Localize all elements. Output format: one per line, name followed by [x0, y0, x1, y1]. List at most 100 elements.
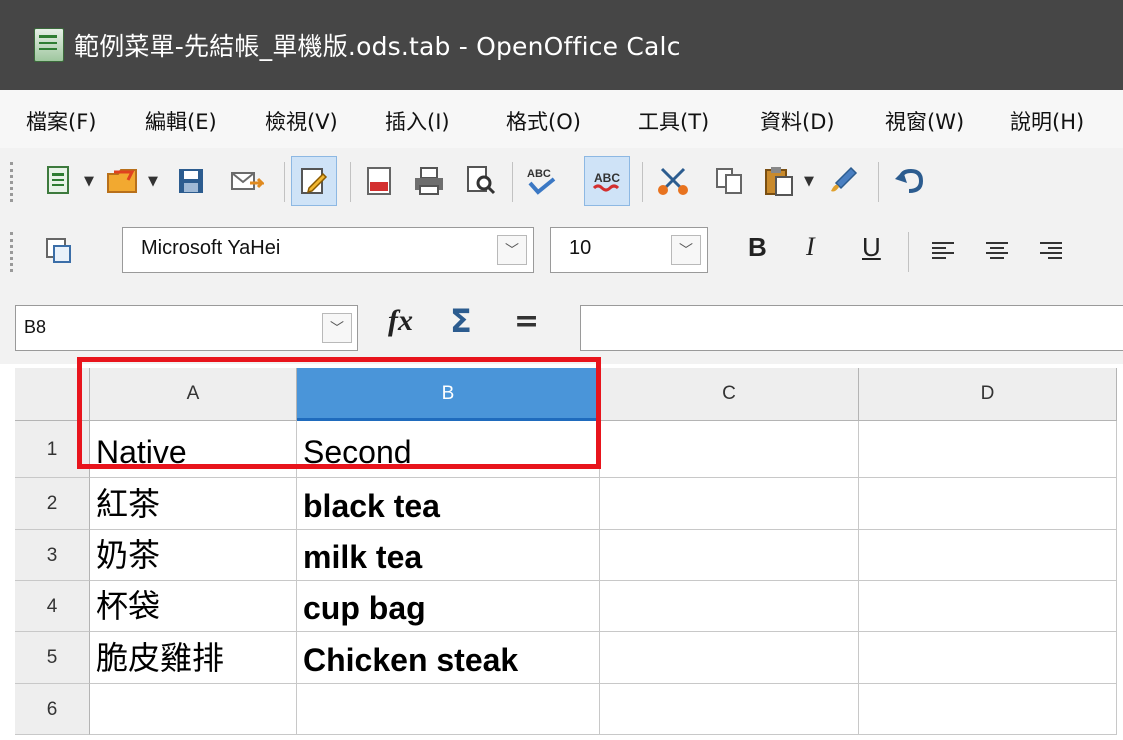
column-header-d[interactable]: D [859, 368, 1117, 421]
cell-d6[interactable] [859, 684, 1117, 735]
cell-d1[interactable] [859, 421, 1117, 478]
standard-toolbar: ▼ ▼ ABC ABC ▼ [0, 148, 1123, 214]
cell-b5[interactable]: Chicken steak [297, 632, 600, 684]
menu-data[interactable]: 資料(D) [760, 106, 835, 136]
export-pdf-icon[interactable] [360, 162, 398, 200]
name-box-value: B8 [24, 317, 47, 337]
align-right-icon[interactable] [1032, 232, 1070, 270]
toolbar-grip[interactable] [10, 162, 17, 202]
underline-button[interactable]: U [862, 232, 881, 263]
cell-d5[interactable] [859, 632, 1117, 684]
font-name-combobox[interactable]: Microsoft YaHei ﹀ [122, 227, 534, 273]
font-size-value: 10 [569, 237, 592, 259]
cell-b2[interactable]: black tea [297, 478, 600, 530]
menu-file[interactable]: 檔案(F) [26, 106, 96, 136]
column-header-a[interactable]: A [90, 368, 297, 421]
undo-icon[interactable] [890, 162, 928, 200]
cell-a3[interactable]: 奶茶 [90, 530, 297, 581]
toolbar-separator [908, 232, 909, 272]
column-header-b[interactable]: B [297, 368, 600, 421]
chevron-down-icon[interactable]: ﹀ [671, 235, 701, 265]
function-button[interactable]: = [514, 304, 539, 339]
align-center-icon[interactable] [978, 232, 1016, 270]
formula-bar: B8 ﹀ fx Σ = [0, 288, 1123, 364]
row-header[interactable]: 4 [15, 581, 90, 632]
cell-a5[interactable]: 脆皮雞排 [90, 632, 297, 684]
cell-c1[interactable] [600, 421, 859, 478]
cell-c4[interactable] [600, 581, 859, 632]
cell-c5[interactable] [600, 632, 859, 684]
cell-b4[interactable]: cup bag [297, 581, 600, 632]
sum-button[interactable]: Σ [450, 302, 472, 340]
formula-input[interactable] [580, 305, 1123, 351]
row-header[interactable]: 3 [15, 530, 90, 581]
cell-b6[interactable] [297, 684, 600, 735]
row-header[interactable]: 5 [15, 632, 90, 684]
menu-format[interactable]: 格式(O) [506, 106, 581, 136]
menu-bar: 檔案(F) 編輯(E) 檢視(V) 插入(I) 格式(O) 工具(T) 資料(D… [0, 90, 1123, 148]
open-dropdown-arrow-icon[interactable]: ▼ [148, 174, 158, 189]
copy-icon[interactable] [710, 162, 748, 200]
align-left-icon[interactable] [924, 232, 962, 270]
cell-a4[interactable]: 杯袋 [90, 581, 297, 632]
cut-icon[interactable] [654, 162, 692, 200]
select-all-corner[interactable] [15, 368, 90, 421]
cell-c2[interactable] [600, 478, 859, 530]
italic-button[interactable]: I [806, 232, 815, 262]
clone-formatting-icon[interactable] [824, 162, 862, 200]
chevron-down-icon[interactable]: ﹀ [322, 313, 352, 343]
paste-dropdown-arrow-icon[interactable]: ▼ [804, 174, 814, 189]
row-header[interactable]: 6 [15, 684, 90, 735]
cell-b3[interactable]: milk tea [297, 530, 600, 581]
new-dropdown-arrow-icon[interactable]: ▼ [84, 174, 94, 189]
cell-b1[interactable]: Second [297, 421, 600, 478]
print-icon[interactable] [410, 162, 448, 200]
bold-button[interactable]: B [748, 232, 767, 263]
open-folder-icon[interactable] [104, 162, 142, 200]
spreadsheet-grid: A B C D 1 Native Second 2 紅茶 black tea 3… [0, 364, 1123, 740]
toolbar-separator [350, 162, 351, 202]
cell-c6[interactable] [600, 684, 859, 735]
cell-d3[interactable] [859, 530, 1117, 581]
row-header[interactable]: 2 [15, 478, 90, 530]
title-bar: 範例菜單-先結帳_單機版.ods.tab - OpenOffice Calc [0, 0, 1123, 90]
svg-text:ABC: ABC [594, 171, 620, 185]
save-icon[interactable] [172, 162, 210, 200]
paste-icon[interactable] [760, 162, 798, 200]
edit-file-icon[interactable] [291, 156, 337, 206]
function-wizard-button[interactable]: fx [388, 304, 413, 338]
column-header-c[interactable]: C [600, 368, 859, 421]
svg-text:ABC: ABC [527, 168, 551, 180]
menu-edit[interactable]: 編輯(E) [145, 106, 217, 136]
email-document-icon[interactable] [228, 162, 266, 200]
auto-spellcheck-icon[interactable]: ABC [584, 156, 630, 206]
formatting-toolbar: Microsoft YaHei ﹀ 10 ﹀ B I U [0, 214, 1123, 288]
window-title: 範例菜單-先結帳_單機版.ods.tab - OpenOffice Calc [74, 32, 681, 61]
menu-insert[interactable]: 插入(I) [385, 106, 450, 136]
menu-view[interactable]: 檢視(V) [265, 106, 338, 136]
menu-window[interactable]: 視窗(W) [885, 106, 964, 136]
name-box[interactable]: B8 ﹀ [15, 305, 358, 351]
row-header[interactable]: 1 [15, 421, 90, 478]
cell-c3[interactable] [600, 530, 859, 581]
toolbar-separator [878, 162, 879, 202]
toolbar-separator [284, 162, 285, 202]
toolbar-separator [642, 162, 643, 202]
font-size-combobox[interactable]: 10 ﹀ [550, 227, 708, 273]
new-document-icon[interactable] [40, 162, 78, 200]
toolbar-grip[interactable] [10, 232, 17, 272]
cell-a6[interactable] [90, 684, 297, 735]
menu-tools[interactable]: 工具(T) [638, 106, 709, 136]
styles-formatting-icon[interactable] [40, 232, 78, 270]
font-name-value: Microsoft YaHei [141, 237, 281, 259]
page-preview-icon[interactable] [462, 162, 500, 200]
toolbar-separator [512, 162, 513, 202]
chevron-down-icon[interactable]: ﹀ [497, 235, 527, 265]
calc-app-icon [34, 28, 64, 62]
spellcheck-icon[interactable]: ABC [522, 162, 560, 200]
cell-a2[interactable]: 紅茶 [90, 478, 297, 530]
menu-help[interactable]: 說明(H) [1010, 106, 1084, 136]
cell-d4[interactable] [859, 581, 1117, 632]
cell-d2[interactable] [859, 478, 1117, 530]
cell-a1[interactable]: Native [90, 421, 297, 478]
